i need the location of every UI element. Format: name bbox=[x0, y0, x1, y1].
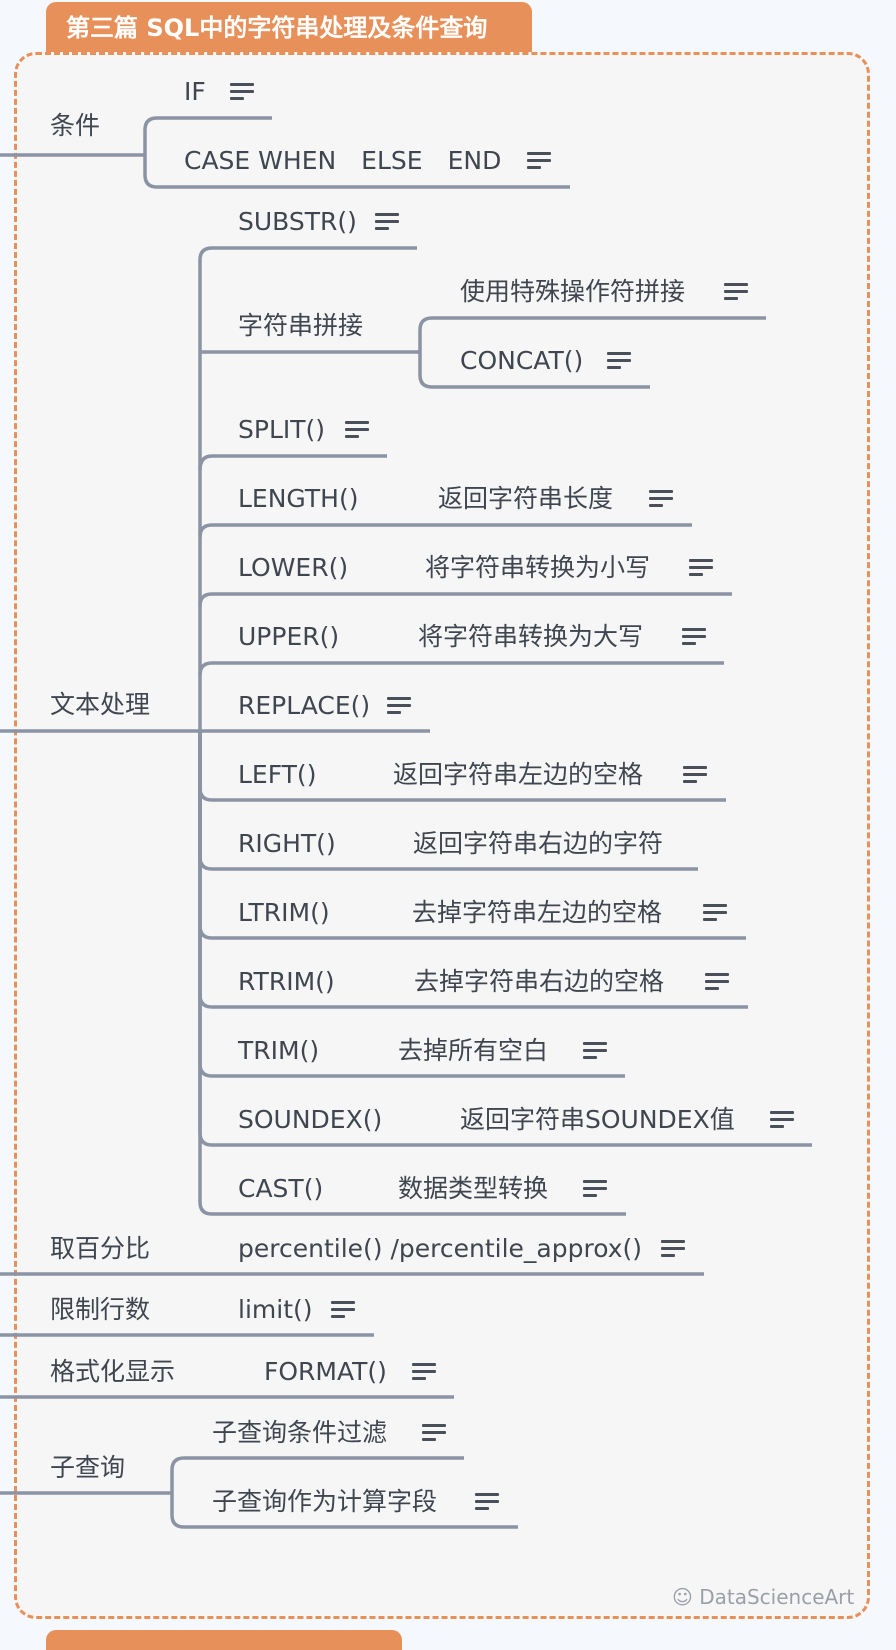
node-string-concat[interactable]: 字符串拼接 bbox=[238, 311, 363, 341]
node-left[interactable]: LEFT() bbox=[238, 760, 316, 790]
node-lower[interactable]: LOWER() bbox=[238, 553, 348, 583]
note-icon[interactable] bbox=[724, 283, 748, 300]
note-icon[interactable] bbox=[703, 904, 727, 921]
node-text-processing[interactable]: 文本处理 bbox=[50, 690, 150, 720]
node-special-operator[interactable]: 使用特殊操作符拼接 bbox=[460, 277, 685, 307]
node-trim-desc[interactable]: 去掉所有空白 bbox=[398, 1036, 548, 1066]
node-upper[interactable]: UPPER() bbox=[238, 622, 339, 652]
node-soundex[interactable]: SOUNDEX() bbox=[238, 1105, 382, 1135]
node-limit[interactable]: limit() bbox=[238, 1295, 313, 1325]
node-ltrim[interactable]: LTRIM() bbox=[238, 898, 330, 928]
note-icon[interactable] bbox=[649, 490, 673, 507]
note-icon[interactable] bbox=[770, 1111, 794, 1128]
node-concat[interactable]: CONCAT() bbox=[460, 346, 583, 376]
node-replace[interactable]: REPLACE() bbox=[238, 691, 370, 721]
note-icon[interactable] bbox=[230, 83, 254, 100]
node-right[interactable]: RIGHT() bbox=[238, 829, 336, 859]
connector-lines bbox=[0, 116, 812, 1529]
node-cast-desc[interactable]: 数据类型转换 bbox=[398, 1174, 548, 1204]
note-icon[interactable] bbox=[682, 628, 706, 645]
node-cast[interactable]: CAST() bbox=[238, 1174, 323, 1204]
node-right-desc[interactable]: 返回字符串右边的字符 bbox=[413, 829, 663, 859]
node-limit-rows[interactable]: 限制行数 bbox=[50, 1295, 150, 1325]
node-if[interactable]: IF bbox=[184, 77, 206, 107]
note-icon[interactable] bbox=[475, 1493, 499, 1510]
note-icon[interactable] bbox=[683, 766, 707, 783]
note-icon[interactable] bbox=[583, 1180, 607, 1197]
node-subquery-field[interactable]: 子查询作为计算字段 bbox=[212, 1487, 437, 1517]
node-length[interactable]: LENGTH() bbox=[238, 484, 358, 514]
node-ltrim-desc[interactable]: 去掉字符串左边的空格 bbox=[412, 898, 662, 928]
node-lower-desc[interactable]: 将字符串转换为小写 bbox=[425, 553, 650, 583]
node-left-desc[interactable]: 返回字符串左边的空格 bbox=[393, 760, 643, 790]
node-condition[interactable]: 条件 bbox=[50, 111, 100, 141]
node-length-desc[interactable]: 返回字符串长度 bbox=[438, 484, 613, 514]
watermark: ☺ DataScienceArt bbox=[672, 1585, 854, 1609]
note-icon[interactable] bbox=[583, 1042, 607, 1059]
note-icon[interactable] bbox=[705, 973, 729, 990]
note-icon[interactable] bbox=[689, 559, 713, 576]
node-format[interactable]: FORMAT() bbox=[264, 1357, 387, 1387]
watermark-text: DataScienceArt bbox=[699, 1585, 855, 1609]
node-soundex-desc[interactable]: 返回字符串SOUNDEX值 bbox=[460, 1105, 735, 1135]
note-icon[interactable] bbox=[387, 697, 411, 714]
node-upper-desc[interactable]: 将字符串转换为大写 bbox=[418, 622, 643, 652]
note-icon[interactable] bbox=[331, 1301, 355, 1318]
node-rtrim[interactable]: RTRIM() bbox=[238, 967, 335, 997]
node-subquery-filter[interactable]: 子查询条件过滤 bbox=[212, 1418, 387, 1448]
node-percentile[interactable]: percentile() /percentile_approx() bbox=[238, 1234, 642, 1264]
node-subquery[interactable]: 子查询 bbox=[50, 1453, 125, 1483]
node-format-display[interactable]: 格式化显示 bbox=[50, 1357, 175, 1387]
node-rtrim-desc[interactable]: 去掉字符串右边的空格 bbox=[414, 967, 664, 997]
note-icon[interactable] bbox=[607, 352, 631, 369]
note-icon[interactable] bbox=[375, 213, 399, 230]
node-substr[interactable]: SUBSTR() bbox=[238, 207, 357, 237]
note-icon[interactable] bbox=[422, 1424, 446, 1441]
node-trim[interactable]: TRIM() bbox=[238, 1036, 319, 1066]
node-case-when[interactable]: CASE WHEN ELSE END bbox=[184, 146, 501, 176]
wechat-icon: ☺ bbox=[672, 1585, 700, 1609]
node-split[interactable]: SPLIT() bbox=[238, 415, 325, 445]
note-icon[interactable] bbox=[527, 152, 551, 169]
note-icon[interactable] bbox=[661, 1240, 685, 1257]
note-icon[interactable] bbox=[412, 1363, 436, 1380]
note-icon[interactable] bbox=[345, 421, 369, 438]
node-percentage[interactable]: 取百分比 bbox=[50, 1234, 150, 1264]
